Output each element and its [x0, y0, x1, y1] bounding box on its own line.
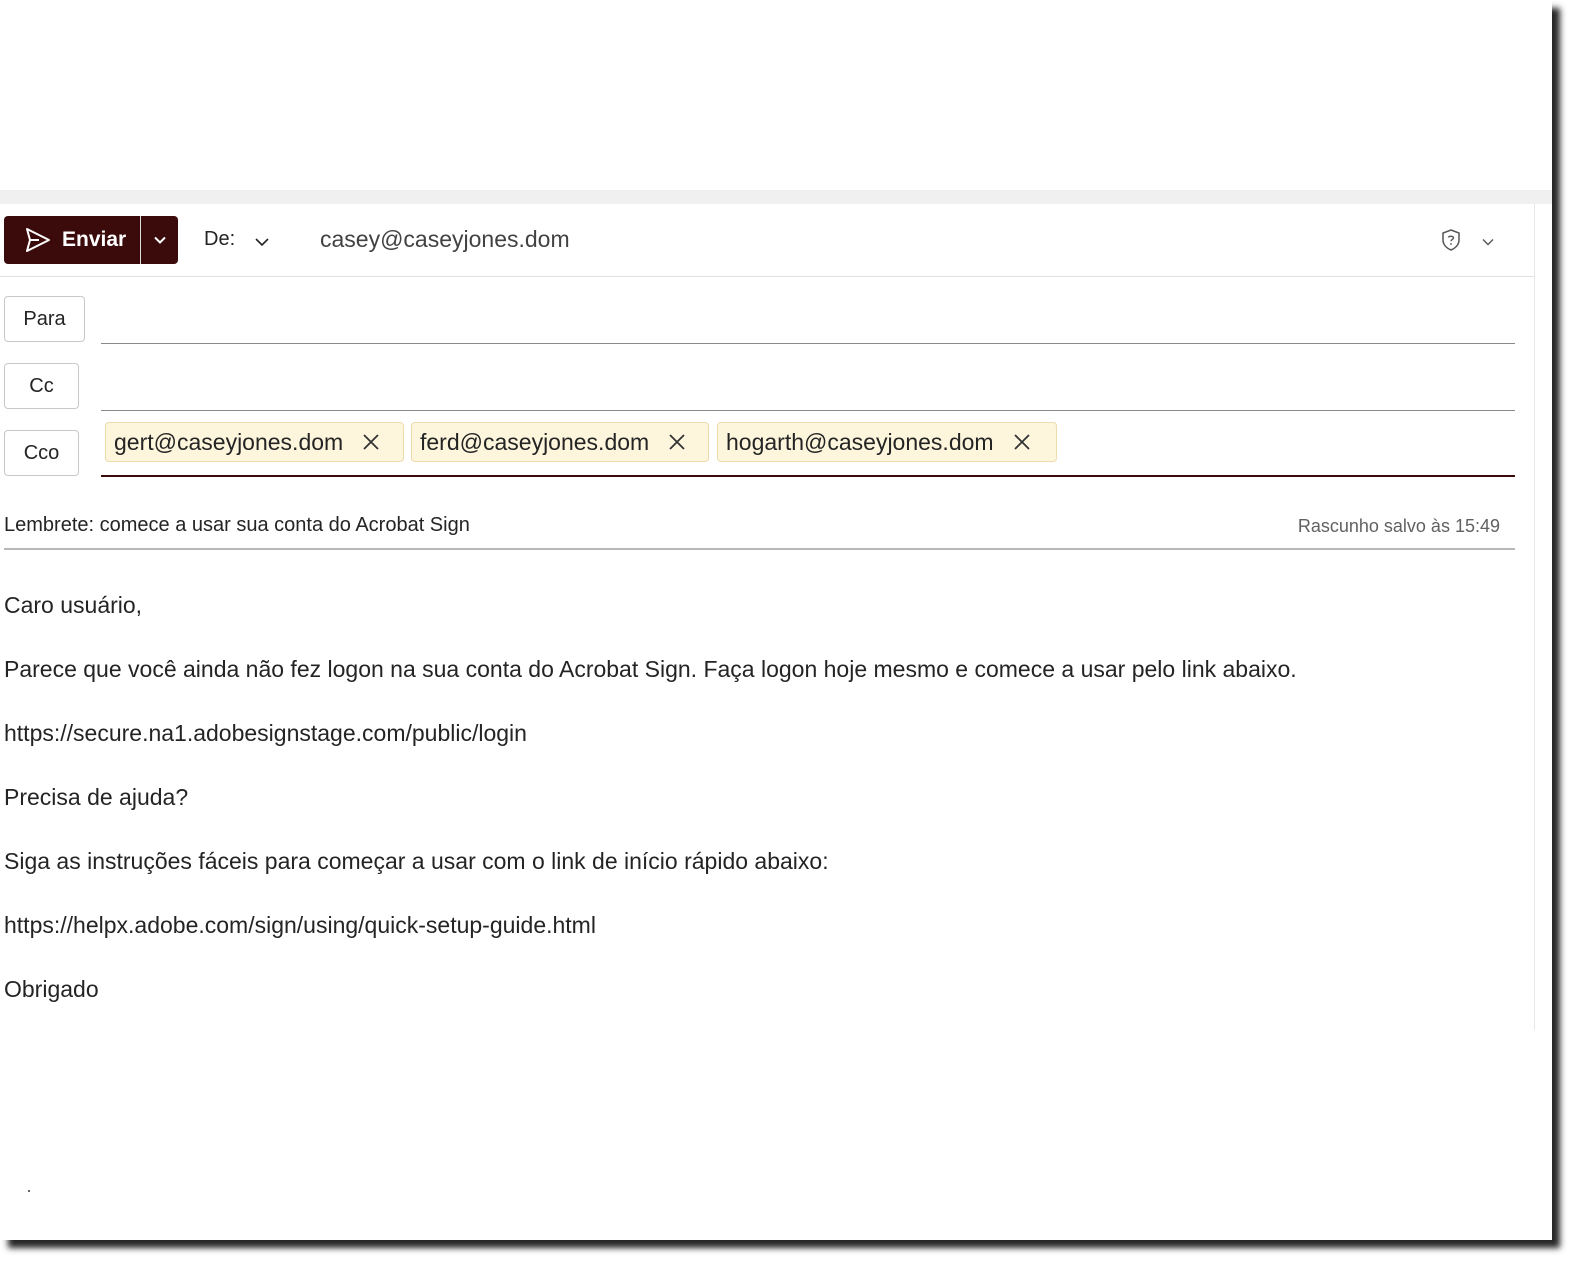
draft-status: Rascunho salvo às 15:49 [1297, 516, 1500, 536]
send-divider [140, 216, 141, 264]
send-options-button[interactable] [141, 216, 178, 264]
close-icon[interactable] [667, 432, 687, 452]
screenshot-frame: Enviar De: casey@caseyjones.dom Para Cc … [0, 0, 1552, 1240]
bcc-input-underline[interactable] [101, 475, 1515, 477]
send-icon [26, 228, 50, 252]
to-button[interactable]: Para [4, 296, 85, 342]
subject-divider [4, 548, 1515, 550]
recipient-chip[interactable]: ferd@caseyjones.dom [411, 422, 709, 462]
from-label: De: [204, 228, 236, 250]
toolbar-divider [0, 276, 1534, 277]
recipient-chip-email: hogarth@caseyjones.dom [726, 428, 994, 455]
send-split-button: Enviar [4, 216, 178, 264]
body-link[interactable]: https://secure.na1.adobesignstage.com/pu… [4, 718, 1297, 782]
from-chevron-down-icon[interactable] [254, 234, 270, 250]
recipient-chip-email: gert@caseyjones.dom [114, 428, 344, 455]
message-body[interactable]: Caro usuário, Parece que você ainda não … [4, 590, 1297, 1038]
cc-input-underline[interactable] [101, 410, 1515, 411]
close-icon[interactable] [1012, 432, 1032, 452]
body-line: Precisa de ajuda? [4, 784, 189, 810]
chevron-down-icon [153, 236, 166, 244]
body-line: Obrigado [4, 976, 99, 1002]
send-button[interactable]: Enviar [4, 216, 140, 264]
body-link[interactable]: https://helpx.adobe.com/sign/using/quick… [4, 910, 1297, 974]
stray-mark [28, 1190, 30, 1192]
body-line: Caro usuário, [4, 592, 143, 618]
recipient-chip-email: ferd@caseyjones.dom [420, 428, 650, 455]
from-email[interactable]: casey@caseyjones.dom [320, 226, 570, 253]
recipient-chip[interactable]: hogarth@caseyjones.dom [717, 422, 1057, 462]
to-input-underline[interactable] [101, 343, 1515, 344]
bcc-button[interactable]: Cco [4, 430, 79, 476]
body-line: Parece que você ainda não fez logon na s… [4, 656, 1297, 682]
send-label: Enviar [62, 228, 127, 251]
cc-button[interactable]: Cc [4, 363, 79, 409]
recipient-chip[interactable]: gert@caseyjones.dom [105, 422, 404, 462]
subject-field[interactable]: Lembrete: comece a usar sua conta do Acr… [4, 514, 470, 537]
header-strip [0, 190, 1552, 204]
compose-pane: Enviar De: casey@caseyjones.dom Para Cc … [0, 204, 1535, 1030]
shield-icon[interactable] [1440, 228, 1462, 252]
more-options-chevron-down-icon[interactable] [1481, 235, 1495, 249]
close-icon[interactable] [361, 432, 381, 452]
body-line: Siga as instruções fáceis para começar a… [4, 848, 829, 874]
